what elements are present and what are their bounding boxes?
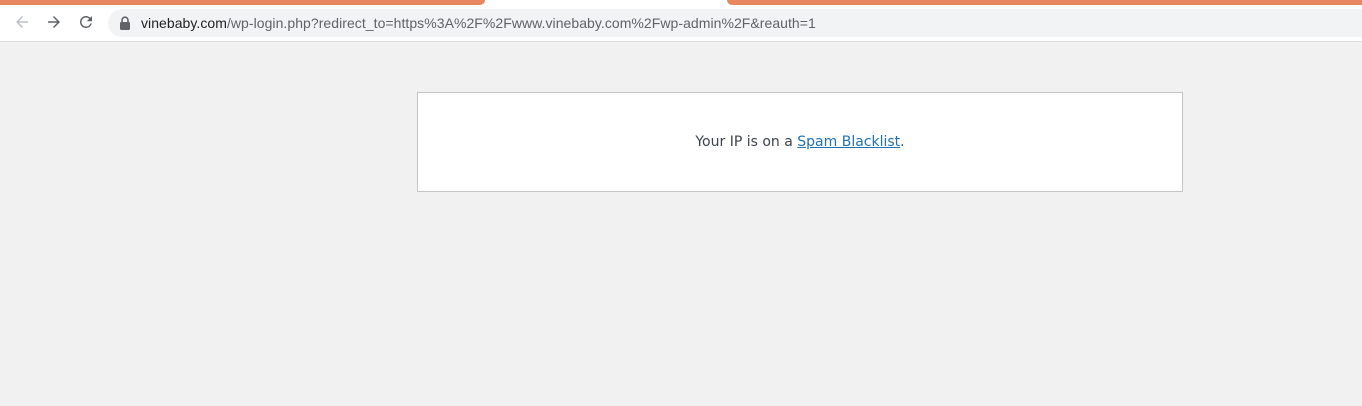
url-host: vinebaby.com (141, 15, 227, 31)
arrow-right-icon (48, 16, 60, 28)
back-button[interactable] (8, 8, 36, 36)
message-prefix: Your IP is on a (695, 134, 798, 150)
reload-icon (80, 15, 92, 28)
reload-button[interactable] (72, 8, 100, 36)
address-bar[interactable]: vinebaby.com/wp-login.php?redirect_to=ht… (108, 9, 1362, 37)
blacklist-message: Your IP is on a Spam Blacklist. (695, 134, 904, 150)
url-path: /wp-login.php?redirect_to=https%3A%2F%2F… (226, 15, 816, 31)
forward-button[interactable] (40, 8, 68, 36)
lock-icon[interactable] (119, 16, 131, 30)
login-error-box: Your IP is on a Spam Blacklist. (417, 92, 1183, 192)
arrow-left-icon (16, 16, 28, 28)
message-suffix: . (900, 134, 905, 150)
browser-toolbar: vinebaby.com/wp-login.php?redirect_to=ht… (0, 5, 1362, 42)
spam-blacklist-link[interactable]: Spam Blacklist (797, 134, 900, 150)
url-text[interactable]: vinebaby.com/wp-login.php?redirect_to=ht… (141, 15, 816, 31)
